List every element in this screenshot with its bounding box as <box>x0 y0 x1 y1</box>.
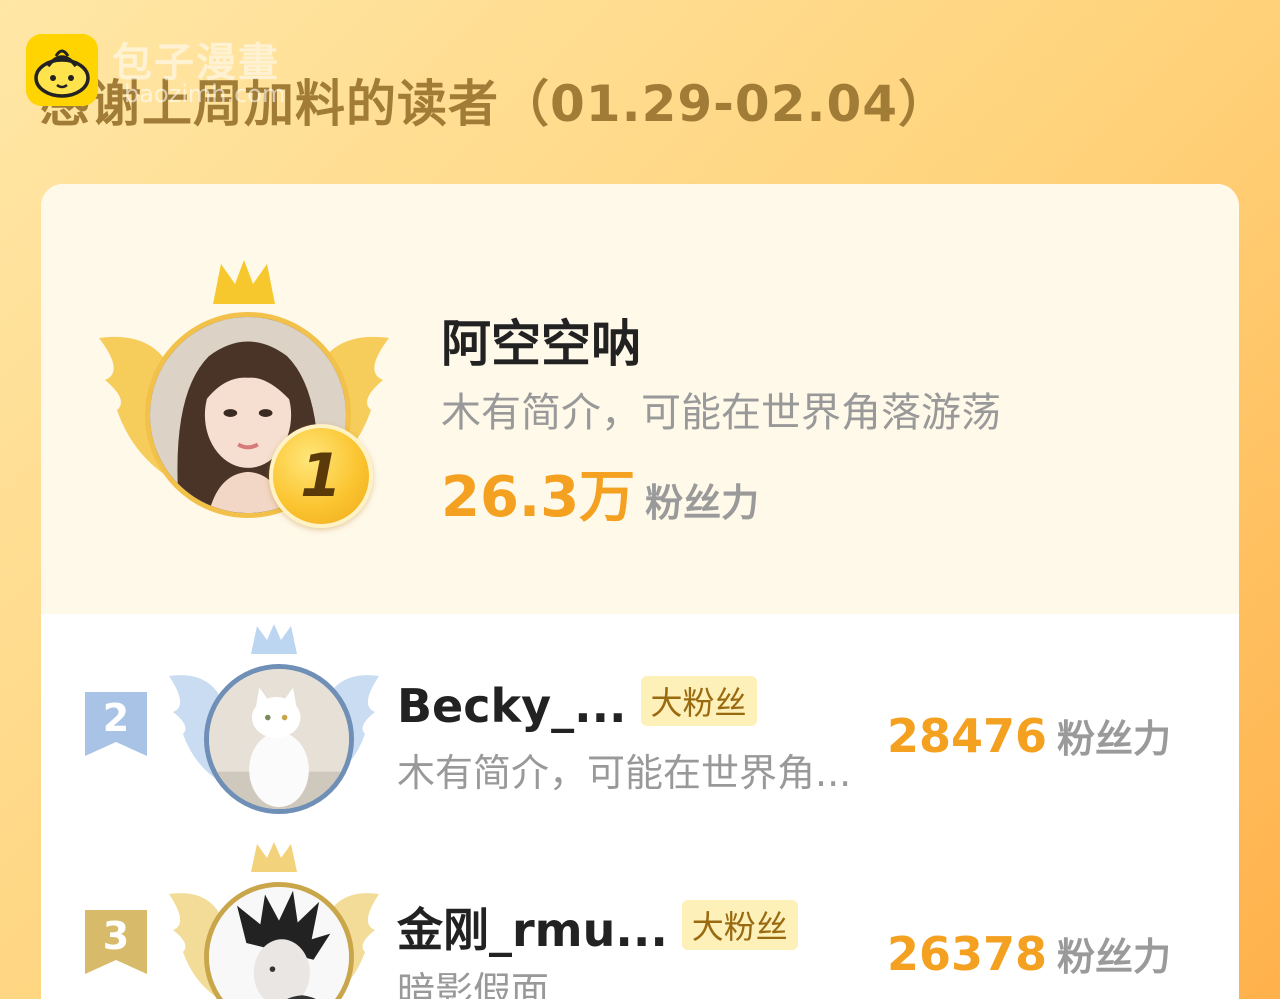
reader-fan-power: 28476 粉丝力 <box>887 708 1171 763</box>
rank-medal: 1 <box>269 424 373 528</box>
fan-power-value: 26378 <box>887 927 1048 981</box>
top-reader-bio: 木有简介，可能在世界角落游荡 <box>441 390 1001 436</box>
ranking-card: 1 阿空空呐 木有简介，可能在世界角落游荡 26.3万 粉丝力 2 Becky_… <box>41 184 1239 999</box>
fan-power-value: 26.3万 <box>441 465 636 530</box>
top-reader-fan-power: 26.3万 粉丝力 <box>441 452 759 533</box>
reader-name[interactable]: Becky_... 大粉丝 <box>397 676 757 733</box>
fan-power-unit: 粉丝力 <box>1057 935 1172 979</box>
reader-bio: 木有简介，可能在世界角... <box>397 751 852 795</box>
watermark-url: baozimh.com <box>124 80 286 108</box>
list-item[interactable]: 2 Becky_... 大粉丝 木有简介，可能在世界角... 28476 粉丝力 <box>41 624 1239 824</box>
list-item[interactable]: 3 金刚_rmu... 大粉丝 暗影假面 26378 粉丝力 <box>41 842 1239 999</box>
fan-level-badge: 大粉丝 <box>681 900 798 950</box>
baozi-logo <box>26 34 98 106</box>
top-reader-name[interactable]: 阿空空呐 <box>441 304 641 376</box>
fan-power-unit: 粉丝力 <box>1057 717 1172 761</box>
fan-level-badge: 大粉丝 <box>640 676 757 726</box>
reader-name-text: 金刚_rmu... <box>397 903 668 957</box>
fan-power-value: 28476 <box>887 709 1048 763</box>
reader-bio: 暗影假面 <box>397 969 550 999</box>
reader-name-text: Becky_... <box>397 679 627 733</box>
reader-avatar[interactable] <box>204 664 354 814</box>
rank-number: 2 <box>102 696 130 740</box>
reader-fan-power: 26378 粉丝力 <box>887 926 1171 981</box>
rank-flag: 2 <box>85 692 147 756</box>
rank-number: 3 <box>102 914 130 958</box>
fan-power-unit: 粉丝力 <box>645 481 760 525</box>
rank-flag: 3 <box>85 910 147 974</box>
reader-name[interactable]: 金刚_rmu... 大粉丝 <box>397 894 798 960</box>
